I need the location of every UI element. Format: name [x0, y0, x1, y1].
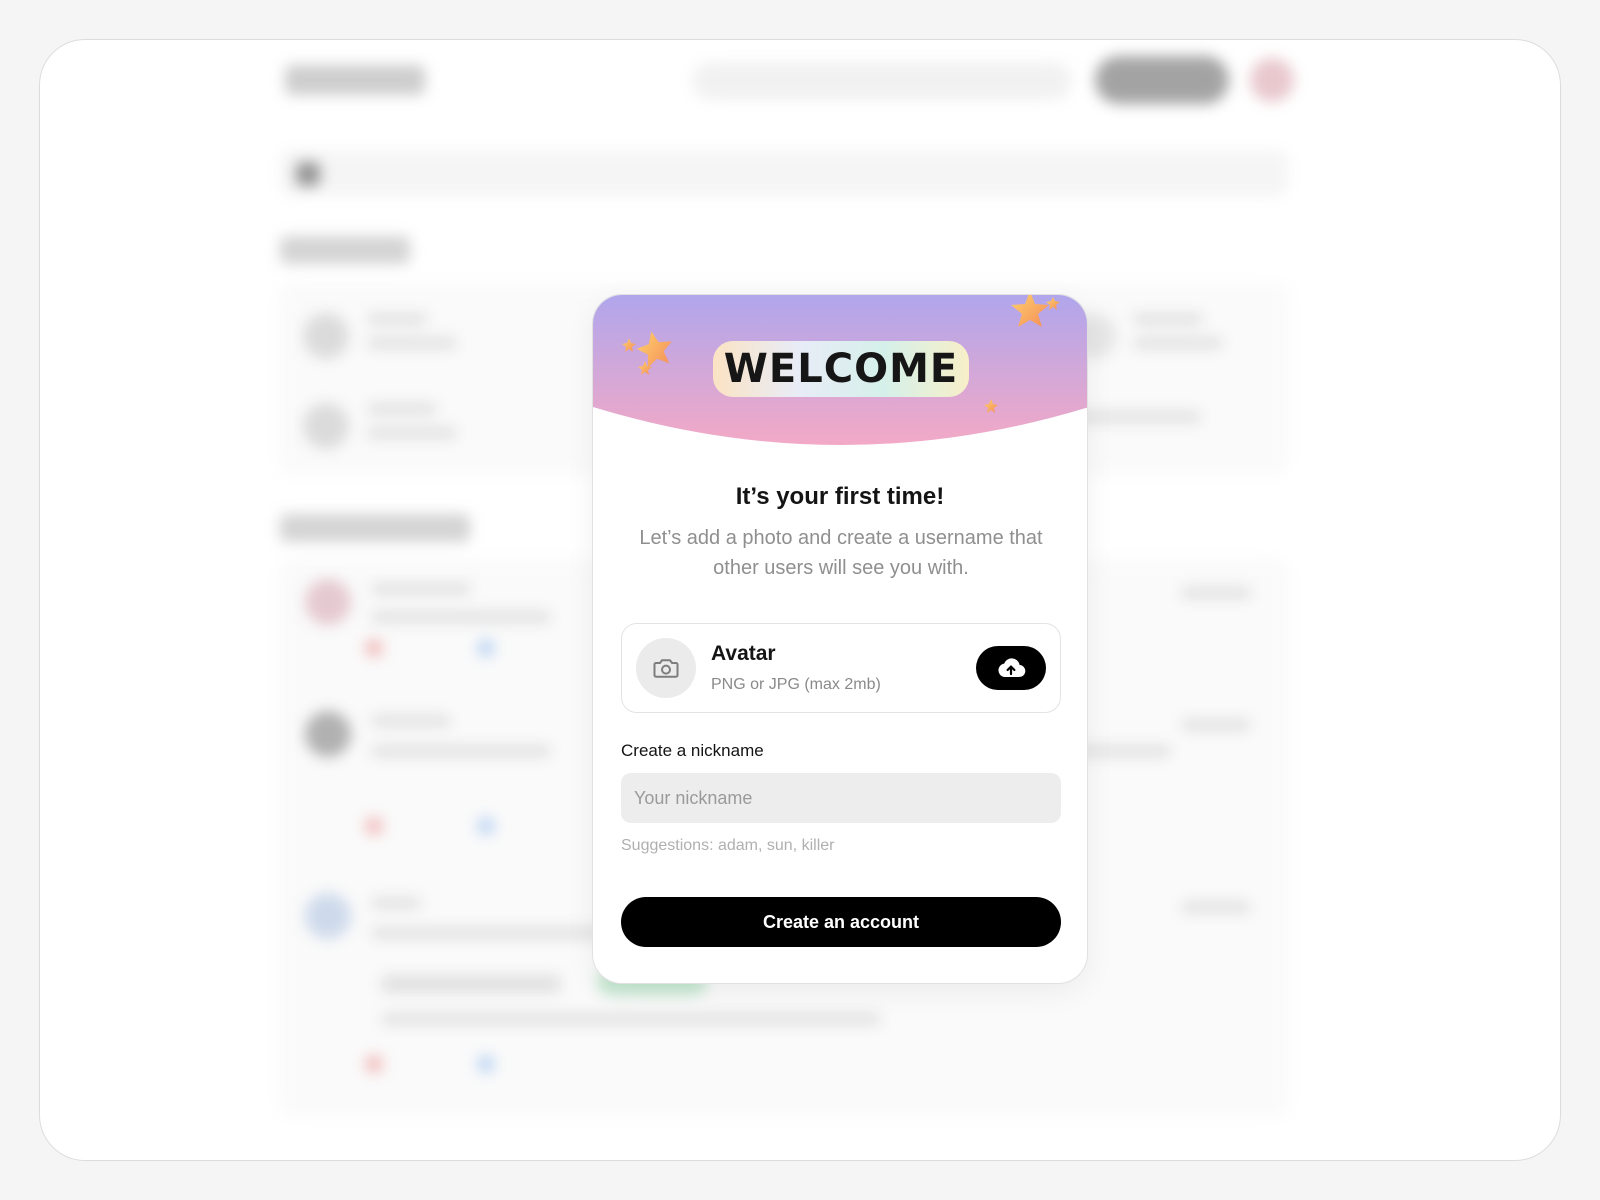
- welcome-text: WELCOME: [723, 346, 959, 392]
- background-header-button: [1095, 56, 1229, 104]
- background-search-bar: [692, 62, 1072, 100]
- background-heading: [280, 236, 410, 264]
- camera-icon: [653, 659, 679, 678]
- create-account-button[interactable]: Create an account: [621, 897, 1061, 947]
- nickname-input[interactable]: [621, 773, 1061, 823]
- nickname-label: Create a nickname: [621, 741, 764, 760]
- nickname-suggestions: Suggestions: adam, sun, killer: [621, 837, 835, 854]
- app-window: WELCOME It’s your first time! Let’s add …: [39, 39, 1561, 1161]
- avatar-title: Avatar: [711, 642, 776, 665]
- background-heading-2: [280, 514, 470, 542]
- background-avatar: [1250, 58, 1294, 102]
- cloud-upload-icon: [998, 658, 1026, 678]
- welcome-banner: WELCOME: [593, 295, 1087, 445]
- welcome-modal: WELCOME It’s your first time! Let’s add …: [592, 294, 1088, 984]
- suggestion-sun[interactable]: sun: [767, 837, 793, 854]
- suggestion-adam[interactable]: adam: [718, 837, 758, 854]
- upload-avatar-button[interactable]: [976, 646, 1046, 690]
- avatar-placeholder[interactable]: [636, 638, 696, 698]
- app-logo: [285, 65, 425, 95]
- suggestions-label: Suggestions:: [621, 837, 714, 854]
- welcome-badge: WELCOME: [713, 341, 969, 397]
- suggestion-killer[interactable]: killer: [802, 837, 835, 854]
- avatar-upload-card: Avatar PNG or JPG (max 2mb): [621, 623, 1061, 713]
- modal-title: It’s your first time!: [735, 483, 945, 510]
- avatar-hint: PNG or JPG (max 2mb): [711, 676, 881, 693]
- modal-subtitle: Let’s add a photo and create a username …: [639, 527, 1043, 579]
- background-composer-bar: [280, 150, 1288, 196]
